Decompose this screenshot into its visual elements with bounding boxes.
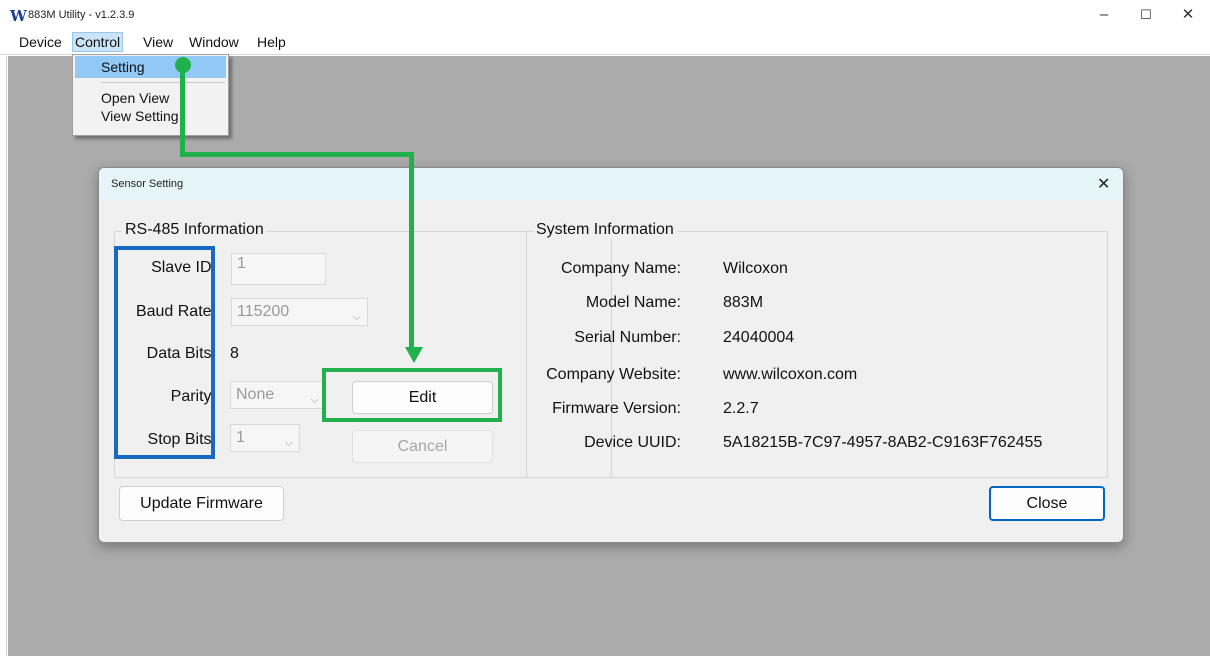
annotation-arrow-icon: [405, 347, 423, 363]
menu-item-view-setting[interactable]: View Setting: [101, 108, 201, 124]
rs485-labels-highlight-box: [114, 246, 215, 459]
annotation-dot-icon: [175, 57, 191, 73]
data-bits-value: 8: [230, 345, 239, 362]
baud-rate-select[interactable]: 115200 ⌵: [231, 298, 368, 326]
cancel-button[interactable]: Cancel: [352, 430, 493, 463]
model-name-label: Model Name:: [585, 294, 681, 311]
control-dropdown-menu: Setting Open View View Setting: [72, 54, 229, 136]
close-button[interactable]: Close: [989, 486, 1105, 521]
minimize-button[interactable]: –: [1089, 4, 1119, 26]
window-title: 883M Utility - v1.2.3.9: [28, 9, 135, 21]
stop-bits-value: 1: [236, 429, 245, 446]
chevron-down-icon: ⌵: [352, 311, 361, 323]
annotation-connector-line: [180, 152, 414, 157]
system-info-legend: System Information: [533, 221, 677, 239]
rs485-legend: RS-485 Information: [122, 221, 267, 239]
menu-view[interactable]: View: [141, 33, 175, 51]
title-bar: W 883M Utility - v1.2.3.9 – ☐ ✕: [0, 0, 1210, 30]
sensor-setting-dialog: Sensor Setting ✕ RS-485 Information Slav…: [98, 167, 1124, 543]
maximize-button[interactable]: ☐: [1131, 4, 1161, 26]
menu-help[interactable]: Help: [255, 33, 288, 51]
slave-id-value: 1: [237, 255, 246, 272]
parity-select[interactable]: None ⌵: [230, 381, 326, 409]
menu-item-setting[interactable]: Setting: [101, 59, 145, 75]
dialog-title-bar: Sensor Setting ✕: [99, 168, 1123, 200]
update-firmware-button[interactable]: Update Firmware: [119, 486, 284, 521]
left-border: [6, 56, 7, 656]
chevron-down-icon: ⌵: [284, 437, 293, 449]
close-window-button[interactable]: ✕: [1173, 4, 1203, 26]
menu-separator: [101, 82, 225, 83]
stop-bits-select[interactable]: 1 ⌵: [230, 424, 300, 452]
annotation-connector-line: [409, 152, 414, 350]
serial-number-label: Serial Number:: [574, 329, 681, 346]
chevron-down-icon: ⌵: [310, 394, 319, 406]
app-logo-icon: W: [10, 7, 27, 25]
dialog-close-icon[interactable]: ✕: [1097, 174, 1110, 194]
annotation-connector-line: [180, 65, 185, 157]
menu-item-setting-highlight[interactable]: [75, 56, 226, 78]
firmware-version-value: 2.2.7: [723, 400, 759, 417]
baud-rate-value: 115200: [237, 303, 290, 320]
company-website-value: www.wilcoxon.com: [723, 366, 858, 383]
menu-item-open-view[interactable]: Open View: [101, 90, 169, 106]
menu-control[interactable]: Control: [72, 32, 124, 52]
parity-value: None: [236, 386, 275, 403]
company-website-label: Company Website:: [546, 366, 681, 383]
firmware-version-label: Firmware Version:: [552, 400, 681, 417]
company-name-value: Wilcoxon: [723, 260, 788, 277]
menu-window[interactable]: Window: [187, 33, 241, 51]
company-name-label: Company Name:: [560, 260, 681, 277]
device-uuid-label: Device UUID:: [584, 434, 681, 451]
dialog-title: Sensor Setting: [111, 178, 184, 190]
menu-bar: Device Control View Window Help: [0, 30, 1210, 55]
edit-button-highlight-box: [322, 368, 502, 422]
model-name-value: 883M: [723, 294, 764, 311]
serial-number-value: 24040004: [723, 329, 795, 346]
device-uuid-value: 5A18215B-7C97-4957-8AB2-C9163F762455: [723, 434, 1043, 451]
slave-id-field[interactable]: 1: [231, 253, 326, 285]
menu-device[interactable]: Device: [17, 33, 64, 51]
